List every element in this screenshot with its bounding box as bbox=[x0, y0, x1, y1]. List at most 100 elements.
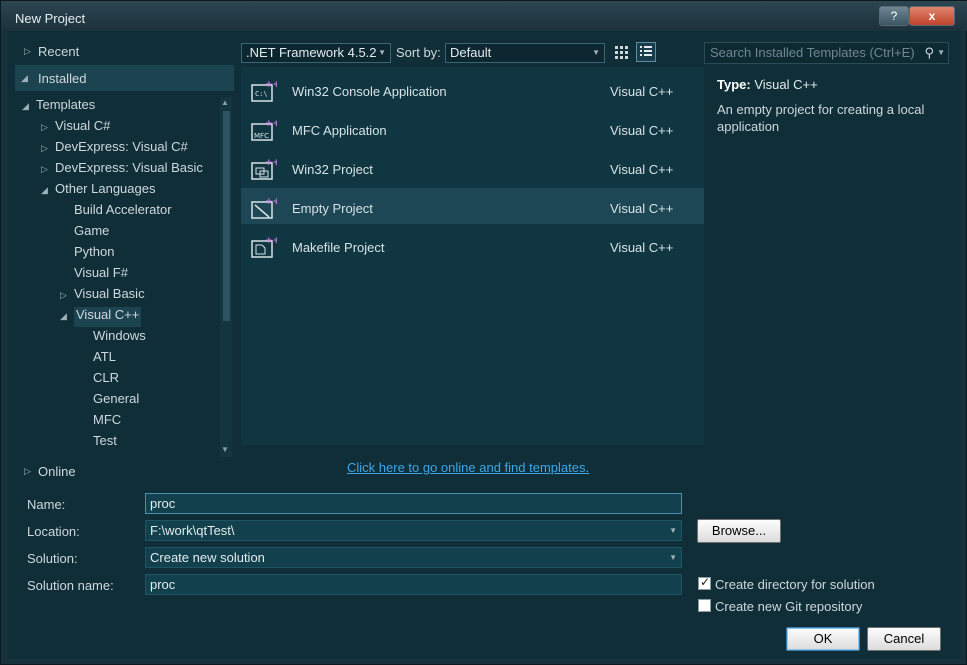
tree-item[interactable]: ATL bbox=[93, 349, 116, 369]
nav-recent[interactable]: ▷ Recent bbox=[15, 41, 234, 61]
expand-arrow-icon[interactable]: ▷ bbox=[41, 164, 48, 175]
nav-online[interactable]: ▷ Online bbox=[15, 461, 234, 481]
collapse-arrow-icon[interactable]: ◢ bbox=[41, 185, 48, 196]
tree-item[interactable]: Test bbox=[93, 433, 117, 453]
svg-text:++: ++ bbox=[265, 119, 277, 129]
tree-item[interactable]: ▷ DevExpress: Visual C# bbox=[41, 139, 188, 159]
browse-button[interactable]: Browse... bbox=[697, 519, 781, 543]
expand-arrow-icon[interactable]: ▷ bbox=[41, 122, 48, 133]
create-git-label: Create new Git repository bbox=[715, 599, 863, 614]
new-project-dialog: New Project ? x ▷ Recent ◢ Installed ◢ Te… bbox=[0, 0, 967, 665]
template-row[interactable]: ++ Makefile Project Visual C++ bbox=[241, 227, 704, 263]
small-icons-view-icon[interactable] bbox=[611, 42, 631, 62]
template-row[interactable]: C:\ ++ Win32 Console Application Visual C++ bbox=[241, 71, 704, 107]
tree-item[interactable]: Visual F# bbox=[74, 265, 128, 285]
project-name-value: proc bbox=[150, 496, 176, 511]
expand-arrow-icon[interactable]: ▷ bbox=[41, 143, 48, 154]
scroll-up-icon[interactable]: ▲ bbox=[221, 98, 229, 107]
framework-value: .NET Framework 4.5.2 bbox=[246, 45, 377, 60]
solution-value: Create new solution bbox=[150, 550, 265, 565]
type-value: Visual C++ bbox=[754, 77, 818, 92]
create-git-checkbox[interactable] bbox=[698, 599, 711, 612]
svg-text:++: ++ bbox=[265, 80, 277, 90]
list-view-icon[interactable] bbox=[636, 42, 656, 62]
collapse-arrow-icon[interactable]: ◢ bbox=[60, 311, 67, 322]
template-language: Visual C++ bbox=[610, 162, 674, 177]
tree-item-label: DevExpress: Visual C# bbox=[55, 139, 188, 154]
nav-installed[interactable]: ◢ Installed bbox=[15, 65, 234, 91]
tree-item[interactable]: ▷ Visual Basic bbox=[60, 286, 145, 306]
tree-item-label: Visual F# bbox=[74, 265, 128, 280]
online-templates-link[interactable]: Click here to go online and find templat… bbox=[347, 460, 589, 475]
tree-scroll-thumb[interactable] bbox=[223, 111, 230, 321]
template-row[interactable]: MFC ++ MFC Application Visual C++ bbox=[241, 110, 704, 146]
template-language: Visual C++ bbox=[610, 240, 674, 255]
search-icon[interactable]: ⚲ bbox=[924, 43, 934, 63]
tree-item-label: Test bbox=[93, 433, 117, 448]
ok-button[interactable]: OK bbox=[786, 627, 860, 651]
tree-item[interactable]: MFC bbox=[93, 412, 121, 432]
template-language: Visual C++ bbox=[610, 201, 674, 216]
sort-value: Default bbox=[450, 45, 492, 60]
tree-item-label: Visual Basic bbox=[74, 286, 145, 301]
close-button[interactable]: x bbox=[909, 6, 955, 26]
create-directory-checkbox[interactable] bbox=[698, 575, 711, 590]
template-tree: ◢ Templates ▷ Visual C# ▷ DevExpress: Visual … bbox=[15, 97, 220, 457]
tree-item[interactable]: Windows bbox=[93, 328, 146, 348]
chevron-down-icon[interactable]: ▼ bbox=[669, 521, 677, 540]
framework-select[interactable]: .NET Framework 4.5.2 ▼ bbox=[241, 43, 391, 63]
expand-arrow-icon[interactable]: ▷ bbox=[60, 290, 67, 301]
tree-item-label: MFC bbox=[93, 412, 122, 427]
makefile-project-icon: ++ bbox=[251, 236, 277, 258]
template-details: Type: Visual C++ An empty project for cr… bbox=[704, 67, 950, 445]
template-type: Type: Visual C++ bbox=[717, 77, 818, 92]
svg-text:MFC: MFC bbox=[254, 132, 269, 140]
tree-item-label: Visual C++ bbox=[76, 307, 140, 322]
tree-item[interactable]: ▷ Visual C# bbox=[41, 118, 111, 138]
template-name: MFC Application bbox=[292, 123, 387, 138]
tree-item-label: General bbox=[93, 391, 140, 406]
tree-item-label: Visual C# bbox=[55, 118, 111, 133]
tree-item[interactable]: ◢ Visual C++ bbox=[60, 307, 142, 327]
template-row[interactable]: ++ Win32 Project Visual C++ bbox=[241, 149, 704, 185]
template-description: An empty project for creating a local ap… bbox=[717, 102, 925, 134]
tree-item[interactable]: Game bbox=[74, 223, 109, 243]
solution-name-value: proc bbox=[150, 577, 176, 592]
sort-select[interactable]: Default ▼ bbox=[445, 43, 605, 63]
solution-select[interactable]: Create new solution ▼ bbox=[145, 547, 682, 568]
scroll-down-icon[interactable]: ▼ bbox=[221, 445, 229, 454]
template-name: Win32 Console Application bbox=[292, 84, 447, 99]
cancel-button[interactable]: Cancel bbox=[867, 627, 941, 651]
project-name-input[interactable]: proc bbox=[145, 493, 682, 514]
chevron-down-icon: ▼ bbox=[669, 553, 677, 562]
search-placeholder: Search Installed Templates (Ctrl+E) bbox=[710, 45, 915, 60]
tree-item[interactable]: General bbox=[93, 391, 139, 411]
location-label: Location: bbox=[27, 524, 80, 539]
title-bar[interactable]: New Project ? x bbox=[1, 1, 967, 31]
chevron-down-icon[interactable]: ▼ bbox=[937, 43, 945, 63]
tree-item-label: Windows bbox=[93, 328, 146, 343]
template-list: C:\ ++ Win32 Console Application Visual C++… bbox=[241, 67, 704, 445]
tree-item[interactable]: ▷ DevExpress: Visual Basic bbox=[41, 160, 203, 180]
sort-by-label: Sort by: bbox=[396, 45, 441, 60]
tree-item-label: DevExpress: Visual Basic bbox=[55, 160, 203, 175]
solution-name-input[interactable]: proc bbox=[145, 574, 682, 595]
tree-item[interactable]: CLR bbox=[93, 370, 119, 390]
search-templates-input[interactable]: Search Installed Templates (Ctrl+E) ⚲ ▼ bbox=[704, 42, 949, 64]
template-name: Makefile Project bbox=[292, 240, 385, 255]
tree-item[interactable]: ◢ Templates bbox=[22, 97, 95, 117]
tree-item-label: Game bbox=[74, 223, 110, 238]
expand-arrow-icon: ▷ bbox=[24, 466, 31, 476]
location-input[interactable]: F:\work\qtTest\ ▼ bbox=[145, 520, 682, 541]
template-row[interactable]: ++ Empty Project Visual C++ bbox=[241, 188, 704, 224]
template-language: Visual C++ bbox=[610, 84, 674, 99]
tree-item[interactable]: ◢ Other Languages bbox=[41, 181, 156, 201]
mfc-app-icon: MFC ++ bbox=[251, 119, 277, 141]
tree-item[interactable]: Python bbox=[74, 244, 114, 264]
collapse-arrow-icon[interactable]: ◢ bbox=[22, 101, 29, 112]
nav-recent-label: Recent bbox=[38, 44, 80, 59]
tree-item-label: Other Languages bbox=[55, 181, 156, 196]
console-app-icon: C:\++ bbox=[251, 80, 277, 102]
help-button[interactable]: ? bbox=[879, 6, 909, 26]
tree-item[interactable]: Build Accelerator bbox=[74, 202, 172, 222]
